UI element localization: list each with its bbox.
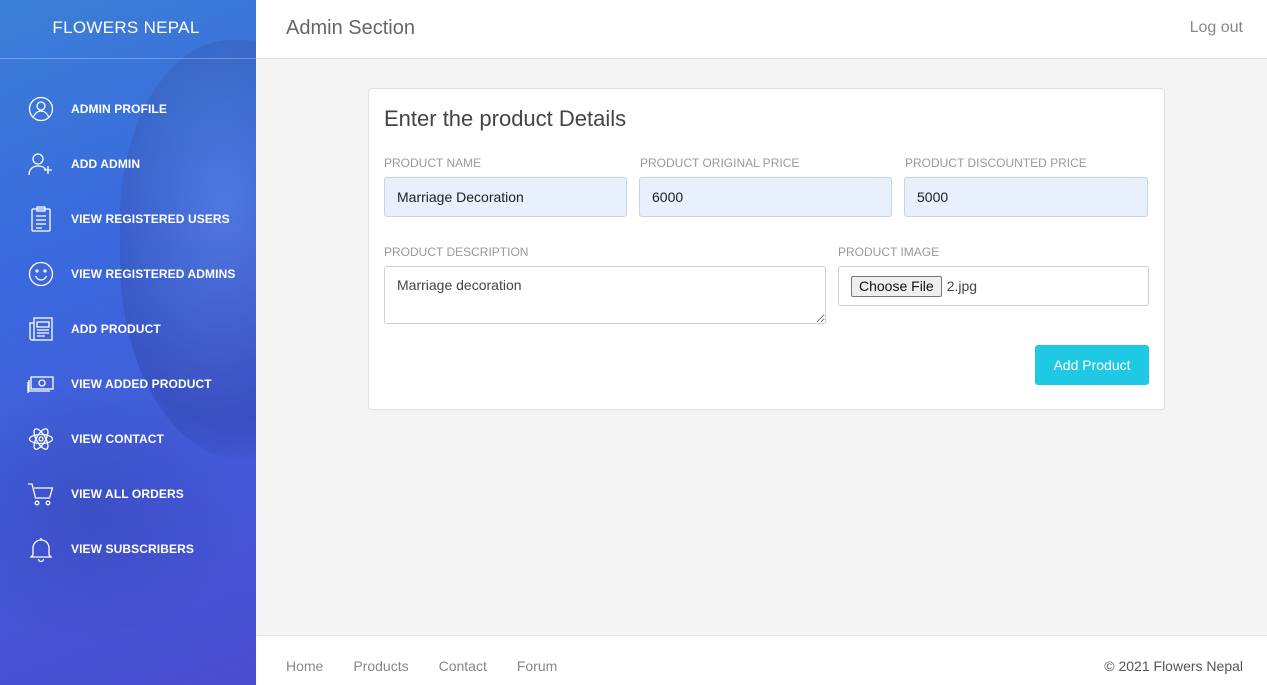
- cart-icon: [27, 480, 55, 508]
- product-image-file-input[interactable]: Choose File 2.jpg: [838, 266, 1149, 306]
- atom-icon: [27, 425, 55, 453]
- choose-file-button[interactable]: Choose File: [851, 275, 942, 297]
- description-textarea[interactable]: Marriage decoration: [384, 266, 826, 324]
- product-name-label: PRODUCT NAME: [384, 156, 482, 170]
- logout-link[interactable]: Log out: [1190, 19, 1243, 37]
- original-price-input[interactable]: [639, 177, 892, 217]
- footer-link-forum[interactable]: Forum: [517, 658, 557, 674]
- sidebar-item-label: ADD PRODUCT: [71, 321, 161, 336]
- sidebar-item-add-admin[interactable]: ADD ADMIN: [0, 136, 256, 191]
- sidebar-item-view-added-product[interactable]: VIEW ADDED PRODUCT: [0, 356, 256, 411]
- newspaper-icon: [27, 315, 55, 343]
- user-plus-icon: [27, 150, 55, 178]
- product-form-card: Enter the product Details PRODUCT NAME P…: [368, 88, 1165, 410]
- sidebar-item-label: ADMIN PROFILE: [71, 101, 167, 116]
- sidebar-item-admin-profile[interactable]: ADMIN PROFILE: [0, 81, 256, 136]
- sidebar-item-view-registered-users[interactable]: VIEW REGISTERED USERS: [0, 191, 256, 246]
- discounted-price-input[interactable]: [904, 177, 1148, 217]
- sidebar-item-label: VIEW ADDED PRODUCT: [71, 376, 212, 391]
- product-image-label: PRODUCT IMAGE: [838, 245, 940, 259]
- footer-link-products[interactable]: Products: [353, 658, 408, 674]
- sidebar-item-label: VIEW CONTACT: [71, 431, 164, 446]
- footer-links: Home Products Contact Forum: [286, 658, 587, 674]
- footer-link-home[interactable]: Home: [286, 658, 323, 674]
- copyright-text: © 2021 Flowers Nepal: [1104, 658, 1243, 674]
- form-title: Enter the product Details: [384, 106, 627, 131]
- brand-title[interactable]: FLOWERS NEPAL: [0, 0, 256, 59]
- description-label: PRODUCT DESCRIPTION: [384, 245, 529, 259]
- sidebar-item-label: VIEW SUBSCRIBERS: [71, 541, 194, 556]
- page-title: Admin Section: [286, 17, 415, 39]
- smiley-icon: [27, 260, 55, 288]
- sidebar-item-view-all-orders[interactable]: VIEW ALL ORDERS: [0, 466, 256, 521]
- sidebar-item-label: VIEW REGISTERED USERS: [71, 211, 230, 226]
- selected-file-name: 2.jpg: [946, 278, 978, 294]
- add-product-button[interactable]: Add Product: [1035, 345, 1149, 385]
- sidebar-item-label: ADD ADMIN: [71, 156, 141, 171]
- clipboard-icon: [27, 205, 55, 233]
- footer-link-contact[interactable]: Contact: [439, 658, 487, 674]
- top-bar: Admin Section Log out: [256, 0, 1267, 59]
- sidebar-item-label: VIEW ALL ORDERS: [71, 486, 184, 501]
- sidebar: FLOWERS NEPAL ADMIN PROFILE ADD ADMIN VI…: [0, 0, 256, 685]
- sidebar-nav: ADMIN PROFILE ADD ADMIN VIEW REGISTERED …: [0, 59, 256, 576]
- sidebar-item-label: VIEW REGISTERED ADMINS: [71, 266, 236, 281]
- sidebar-item-view-contact[interactable]: VIEW CONTACT: [0, 411, 256, 466]
- sidebar-item-view-registered-admins[interactable]: VIEW REGISTERED ADMINS: [0, 246, 256, 301]
- footer: Home Products Contact Forum © 2021 Flowe…: [256, 635, 1267, 685]
- sidebar-item-add-product[interactable]: ADD PRODUCT: [0, 301, 256, 356]
- product-name-input[interactable]: [384, 177, 627, 217]
- original-price-label: PRODUCT ORIGINAL PRICE: [640, 156, 800, 170]
- user-circle-icon: [27, 95, 55, 123]
- bell-icon: [27, 535, 55, 563]
- discounted-price-label: PRODUCT DISCOUNTED PRICE: [905, 156, 1087, 170]
- sidebar-item-view-subscribers[interactable]: VIEW SUBSCRIBERS: [0, 521, 256, 576]
- money-icon: [27, 370, 55, 398]
